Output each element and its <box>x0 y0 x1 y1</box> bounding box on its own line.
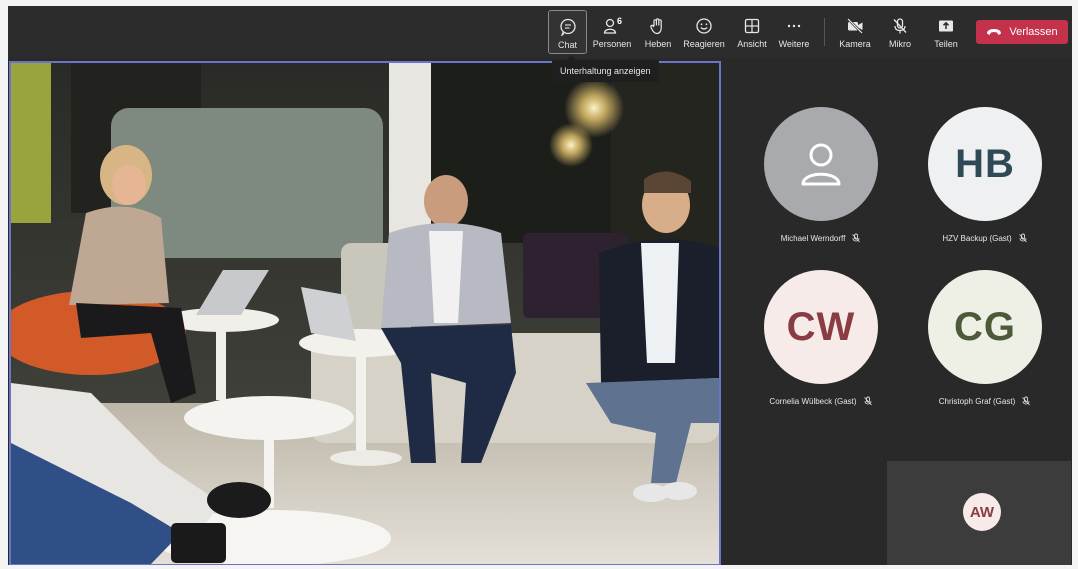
raise-hand-label: Heben <box>644 39 672 49</box>
chat-tooltip: Unterhaltung anzeigen <box>552 55 659 82</box>
participant-name-row: Michael Werndorff <box>761 233 881 243</box>
ellipsis-icon <box>783 16 805 36</box>
chat-label: Chat <box>557 40 577 50</box>
participant-name: Michael Werndorff <box>780 233 846 243</box>
avatar: CW <box>764 270 878 384</box>
participant-tile[interactable]: CG Christoph Graf (Gast) <box>925 270 1045 406</box>
avatar <box>764 107 878 221</box>
teams-meeting-window: Chat 6 Personen Heben Reagieren Ansicht … <box>8 6 1072 565</box>
camera-off-icon <box>844 16 866 36</box>
react-button[interactable]: Reagieren <box>683 10 725 54</box>
mic-off-icon <box>889 16 911 36</box>
raise-hand-button[interactable]: Heben <box>640 10 676 54</box>
view-label: Ansicht <box>737 39 767 49</box>
mic-off-icon <box>852 233 861 243</box>
phone-hangup-icon <box>987 29 1002 35</box>
person-icon <box>801 143 841 186</box>
chat-button[interactable]: Chat <box>548 10 587 54</box>
participant-name: Cornelia Wülbeck (Gast) <box>769 396 857 406</box>
avatar: CG <box>928 270 1042 384</box>
people-count-badge: 6 <box>617 16 623 26</box>
smiley-icon <box>693 16 715 36</box>
participant-name-row: Christoph Graf (Gast) <box>925 396 1045 406</box>
participant-tile[interactable]: HB HZV Backup (Gast) <box>925 107 1045 243</box>
participant-name: Christoph Graf (Gast) <box>938 396 1016 406</box>
video-frame-image <box>11 63 719 564</box>
react-label: Reagieren <box>683 39 725 49</box>
meeting-toolbar: Chat 6 Personen Heben Reagieren Ansicht … <box>8 6 1072 58</box>
leave-label: Verlassen <box>1009 26 1058 38</box>
toolbar-divider <box>824 18 825 46</box>
mic-off-icon <box>1018 233 1027 243</box>
leave-button[interactable]: Verlassen <box>976 20 1068 44</box>
self-avatar: AW <box>963 493 1001 531</box>
more-button[interactable]: Weitere <box>776 10 812 54</box>
camera-toggle-button[interactable]: Kamera <box>836 10 874 54</box>
mic-off-icon <box>1022 396 1031 406</box>
view-button[interactable]: Ansicht <box>734 10 770 54</box>
camera-label: Kamera <box>839 39 871 49</box>
participant-tile[interactable]: CW Cornelia Wülbeck (Gast) <box>761 270 881 406</box>
participant-name-row: Cornelia Wülbeck (Gast) <box>761 396 881 406</box>
share-button[interactable]: Teilen <box>928 10 964 54</box>
more-label: Weitere <box>778 39 810 49</box>
grid-icon <box>741 16 763 36</box>
participant-name-row: HZV Backup (Gast) <box>925 233 1045 243</box>
mic-off-icon <box>863 396 872 406</box>
hand-icon <box>647 16 669 36</box>
mic-label: Mikro <box>889 39 911 49</box>
people-button[interactable]: 6 Personen <box>592 10 632 54</box>
people-icon: 6 <box>601 16 623 36</box>
avatar: HB <box>928 107 1042 221</box>
self-view-tile[interactable]: AW <box>887 461 1071 565</box>
share-icon <box>935 16 957 36</box>
mic-toggle-button[interactable]: Mikro <box>882 10 918 54</box>
main-video-feed[interactable] <box>9 61 721 565</box>
people-label: Personen <box>592 39 632 49</box>
participant-name: HZV Backup (Gast) <box>942 233 1012 243</box>
participant-tile[interactable]: Michael Werndorff <box>761 107 881 243</box>
chat-icon <box>557 17 579 37</box>
share-label: Teilen <box>934 39 958 49</box>
